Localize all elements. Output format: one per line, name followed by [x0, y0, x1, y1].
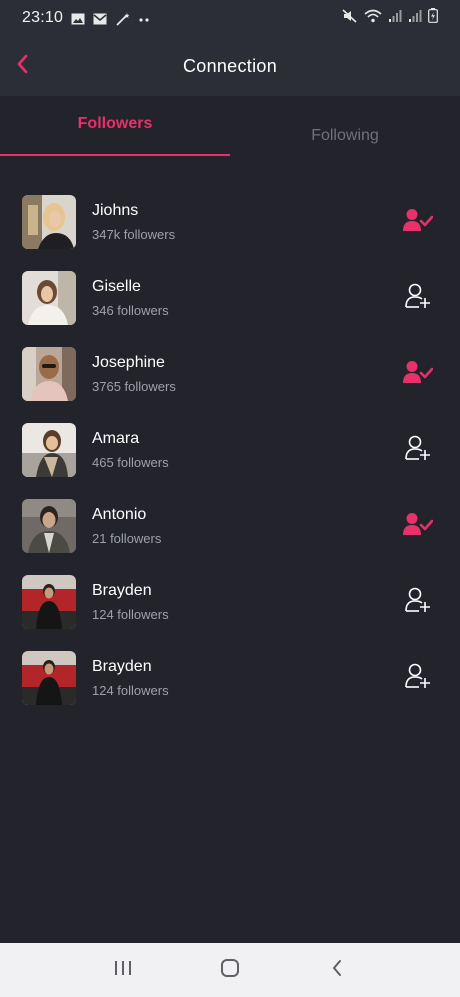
follower-count: 346 followers — [92, 303, 169, 318]
user-check-icon — [403, 512, 434, 541]
list-item[interactable]: Giselle 346 followers — [0, 260, 460, 336]
avatar — [22, 499, 76, 553]
user-name: Josephine — [92, 354, 165, 371]
user-info: Brayden 124 followers — [92, 582, 169, 622]
signal-icon-2 — [408, 9, 422, 28]
user-name: Brayden — [92, 582, 152, 599]
user-name: Antonio — [92, 506, 147, 523]
mail-icon — [93, 12, 107, 25]
avatar — [22, 651, 76, 705]
tab-followers[interactable]: Followers — [0, 96, 230, 158]
avatar — [22, 575, 76, 629]
battery-icon — [428, 8, 438, 28]
user-list: Jiohns 347k followers Giselle 346 follow… — [0, 184, 460, 716]
home-icon — [220, 958, 240, 983]
system-back-button[interactable] — [317, 950, 357, 990]
follower-count: 347k followers — [92, 227, 176, 242]
user-check-icon — [403, 208, 434, 237]
avatar — [22, 347, 76, 401]
tab-bar: Followers Following — [0, 96, 460, 158]
list-item[interactable]: Brayden 124 followers — [0, 640, 460, 716]
status-bar: 23:10 — [0, 0, 460, 36]
user-check-icon — [403, 360, 434, 389]
user-plus-icon — [405, 587, 431, 618]
chevron-left-icon — [16, 54, 28, 79]
signal-icon — [388, 9, 402, 28]
tab-following-label: Following — [311, 127, 379, 144]
gallery-icon — [71, 12, 85, 25]
following-toggle-button[interactable] — [402, 360, 434, 388]
user-info: Amara 465 followers — [92, 430, 169, 470]
user-plus-icon — [405, 435, 431, 466]
follower-count: 124 followers — [92, 683, 169, 698]
more-notifications-icon — [137, 12, 151, 24]
avatar — [22, 423, 76, 477]
list-item[interactable]: Josephine 3765 followers — [0, 336, 460, 412]
back-button[interactable] — [8, 50, 36, 82]
user-name: Jiohns — [92, 202, 139, 219]
page-title: Connection — [182, 55, 278, 76]
app-header: Connection — [0, 36, 460, 96]
avatar — [22, 271, 76, 325]
status-right — [342, 8, 438, 28]
user-name: Brayden — [92, 658, 152, 675]
tab-followers-label: Followers — [77, 115, 153, 132]
user-info: Antonio 21 followers — [92, 506, 161, 546]
recent-apps-icon — [113, 960, 133, 981]
app-screen: 23:10 Connection Followers Following Jio… — [0, 0, 460, 997]
follow-button[interactable] — [402, 663, 434, 694]
following-toggle-button[interactable] — [402, 512, 434, 540]
follower-count: 21 followers — [92, 531, 162, 546]
follow-button[interactable] — [402, 587, 434, 618]
user-info: Jiohns 347k followers — [92, 202, 175, 242]
recent-apps-button[interactable] — [103, 950, 143, 990]
user-info: Josephine 3765 followers — [92, 354, 176, 394]
follower-count: 124 followers — [92, 607, 169, 622]
list-item[interactable]: Amara 465 followers — [0, 412, 460, 488]
mute-icon — [342, 8, 358, 28]
back-arrow-icon — [331, 959, 343, 982]
avatar — [22, 195, 76, 249]
follower-count: 3765 followers — [92, 379, 176, 394]
follow-button[interactable] — [402, 435, 434, 466]
user-info: Giselle 346 followers — [92, 278, 169, 318]
list-item[interactable]: Antonio 21 followers — [0, 488, 460, 564]
status-time: 23:10 — [22, 9, 64, 26]
user-name: Amara — [92, 430, 140, 447]
wifi-icon — [364, 9, 382, 28]
status-left: 23:10 — [22, 9, 151, 27]
active-tab-indicator — [0, 154, 230, 156]
system-nav-bar — [0, 943, 460, 997]
follow-button[interactable] — [402, 283, 434, 314]
tab-following[interactable]: Following — [230, 96, 460, 158]
following-toggle-button[interactable] — [402, 208, 434, 236]
list-item[interactable]: Brayden 124 followers — [0, 564, 460, 640]
user-plus-icon — [405, 283, 431, 314]
user-info: Brayden 124 followers — [92, 658, 169, 698]
user-name: Giselle — [92, 278, 141, 295]
follower-count: 465 followers — [92, 455, 169, 470]
user-plus-icon — [405, 663, 431, 694]
home-button[interactable] — [210, 950, 250, 990]
list-item[interactable]: Jiohns 347k followers — [0, 184, 460, 260]
magic-wand-icon — [115, 12, 130, 26]
